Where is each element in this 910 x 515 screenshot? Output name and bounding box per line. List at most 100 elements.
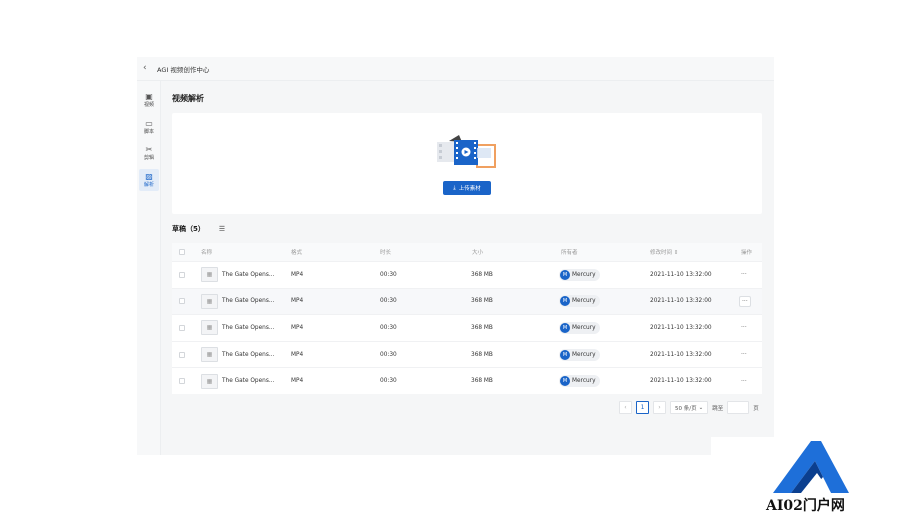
row-checkbox[interactable] <box>179 324 185 331</box>
avatar: M <box>560 322 570 333</box>
file-name: The Gate Opens... <box>222 351 275 358</box>
back-chevron-icon[interactable]: ‹ <box>143 64 153 73</box>
sidebar-item-video[interactable]: ▣ 视频 <box>139 89 159 111</box>
more-actions-icon[interactable]: ··· <box>739 350 749 359</box>
sidebar-item-analyze[interactable]: ▨ 解析 <box>139 169 159 191</box>
col-name: 名称 <box>201 250 213 256</box>
page-unit-label: 页 <box>753 405 759 412</box>
ai02-logo-icon <box>773 441 849 493</box>
col-duration: 时长 <box>380 250 392 256</box>
file-size: 368 MB <box>471 378 493 385</box>
owner-chip: M Mercury <box>559 348 600 361</box>
app-title: AGI 视频创作中心 <box>157 65 210 74</box>
owner-chip: M Mercury <box>559 295 600 308</box>
owner-name: Mercury <box>572 271 596 278</box>
file-duration: 00:30 <box>380 298 397 305</box>
more-actions-icon[interactable]: ··· <box>739 295 751 307</box>
row-checkbox[interactable] <box>179 271 185 278</box>
owner-name: Mercury <box>572 378 596 385</box>
jump-label: 跳至 <box>712 405 724 412</box>
file-duration: 00:30 <box>380 351 397 358</box>
col-format: 格式 <box>291 250 303 256</box>
upload-card: ⤓ 上传素材 <box>172 113 762 214</box>
col-actions: 操作 <box>741 250 753 256</box>
owner-chip: M Mercury <box>559 268 600 281</box>
file-format: MP4 <box>291 351 304 358</box>
sidebar-item-label: 剪辑 <box>143 155 154 161</box>
file-size: 368 MB <box>471 271 493 278</box>
avatar: M <box>560 349 570 360</box>
modified-time: 2021-11-10 13:32:00 <box>650 378 712 385</box>
owner-name: Mercury <box>572 324 596 331</box>
app-window: ‹ AGI 视频创作中心 ▣ 视频 ▭ 脚本 ✂ 剪辑 ▨ 解析 视频解析 ⤓ … <box>137 57 774 455</box>
avatar: M <box>560 376 570 387</box>
chevron-down-icon: ⌄ <box>698 404 704 411</box>
main-content: 视频解析 ⤓ 上传素材 草稿（5） ☰ 名称 格式 时长 大小 所有者 修改时间… <box>161 81 774 455</box>
next-page-button[interactable]: › <box>653 401 666 414</box>
video-thumbnail-icon: ▦ <box>201 373 218 389</box>
sidebar: ▣ 视频 ▭ 脚本 ✂ 剪辑 ▨ 解析 <box>137 81 161 455</box>
page-size-select[interactable]: 50 条/页 ⌄ <box>670 401 709 414</box>
col-size: 大小 <box>472 250 484 256</box>
file-duration: 00:30 <box>380 324 397 331</box>
table-row[interactable]: ▦ The Gate Opens... MP4 00:30 368 MB M Mer… <box>172 340 762 368</box>
table-header: 名称 格式 时长 大小 所有者 修改时间 ⇕ 操作 <box>172 243 762 261</box>
sidebar-item-edit[interactable]: ✂ 剪辑 <box>139 142 159 164</box>
sidebar-item-script[interactable]: ▭ 脚本 <box>139 116 159 138</box>
avatar: M <box>560 269 570 280</box>
file-size: 368 MB <box>471 351 493 358</box>
drafts-header: 草稿（5） ☰ <box>172 224 225 234</box>
more-actions-icon[interactable]: ··· <box>739 270 749 279</box>
play-square-icon: ▣ <box>145 92 153 101</box>
video-thumbnail-icon: ▦ <box>201 293 218 309</box>
more-actions-icon[interactable]: ··· <box>739 377 749 386</box>
file-format: MP4 <box>291 324 304 331</box>
table-row[interactable]: ▦ The Gate Opens... MP4 00:30 368 MB M Mer… <box>172 367 762 394</box>
col-modified[interactable]: 修改时间 ⇕ <box>650 243 678 261</box>
video-upload-illustration <box>437 135 496 168</box>
pagination: ‹ 1 › 50 条/页 ⌄ 跳至 页 <box>619 401 759 414</box>
owner-chip: M Mercury <box>559 375 600 388</box>
video-thumbnail-icon: ▦ <box>201 267 218 283</box>
file-name: The Gate Opens... <box>222 378 275 385</box>
video-thumbnail-icon: ▦ <box>201 347 218 363</box>
row-checkbox[interactable] <box>179 351 185 358</box>
prev-page-button[interactable]: ‹ <box>619 401 632 414</box>
file-duration: 00:30 <box>380 378 397 385</box>
file-size: 368 MB <box>471 324 493 331</box>
row-checkbox[interactable] <box>179 378 185 385</box>
list-view-icon[interactable]: ☰ <box>219 225 225 233</box>
file-name: The Gate Opens... <box>222 324 275 331</box>
file-duration: 00:30 <box>380 271 397 278</box>
col-owner: 所有者 <box>561 250 578 256</box>
upload-button[interactable]: ⤓ 上传素材 <box>443 181 491 195</box>
modified-time: 2021-11-10 13:32:00 <box>650 271 712 278</box>
drafts-title: 草稿（5） <box>172 225 205 233</box>
modified-time: 2021-11-10 13:32:00 <box>650 351 712 358</box>
file-format: MP4 <box>291 378 304 385</box>
page-number-button[interactable]: 1 <box>636 401 649 414</box>
owner-chip: M Mercury <box>559 321 600 334</box>
file-name: The Gate Opens... <box>222 298 275 305</box>
page-title: 视频解析 <box>172 94 204 103</box>
avatar: M <box>560 296 570 307</box>
sidebar-item-label: 解析 <box>143 182 154 188</box>
more-actions-icon[interactable]: ··· <box>739 323 749 332</box>
row-checkbox[interactable] <box>179 298 185 305</box>
table-row[interactable]: ▦ The Gate Opens... MP4 00:30 368 MB M Mer… <box>172 261 762 288</box>
page-size-value: 50 条/页 <box>675 405 697 412</box>
header-bar: ‹ AGI 视频创作中心 <box>137 57 774 81</box>
owner-name: Mercury <box>572 298 596 305</box>
modified-time: 2021-11-10 13:32:00 <box>650 324 712 331</box>
file-format: MP4 <box>291 298 304 305</box>
table-row[interactable]: ▦ The Gate Opens... MP4 00:30 368 MB M Mer… <box>172 314 762 341</box>
upload-button-label: 上传素材 <box>458 186 481 192</box>
file-name: The Gate Opens... <box>222 271 275 278</box>
watermark-text: AI02门户网 <box>766 498 845 514</box>
upload-icon: ⤓ <box>453 184 456 191</box>
video-thumbnail-icon: ▦ <box>201 320 218 336</box>
table-row[interactable]: ▦ The Gate Opens... MP4 00:30 368 MB M Mer… <box>172 287 762 315</box>
select-all-checkbox[interactable] <box>179 249 185 255</box>
script-icon: ▭ <box>145 119 153 128</box>
jump-page-input[interactable] <box>727 401 750 414</box>
